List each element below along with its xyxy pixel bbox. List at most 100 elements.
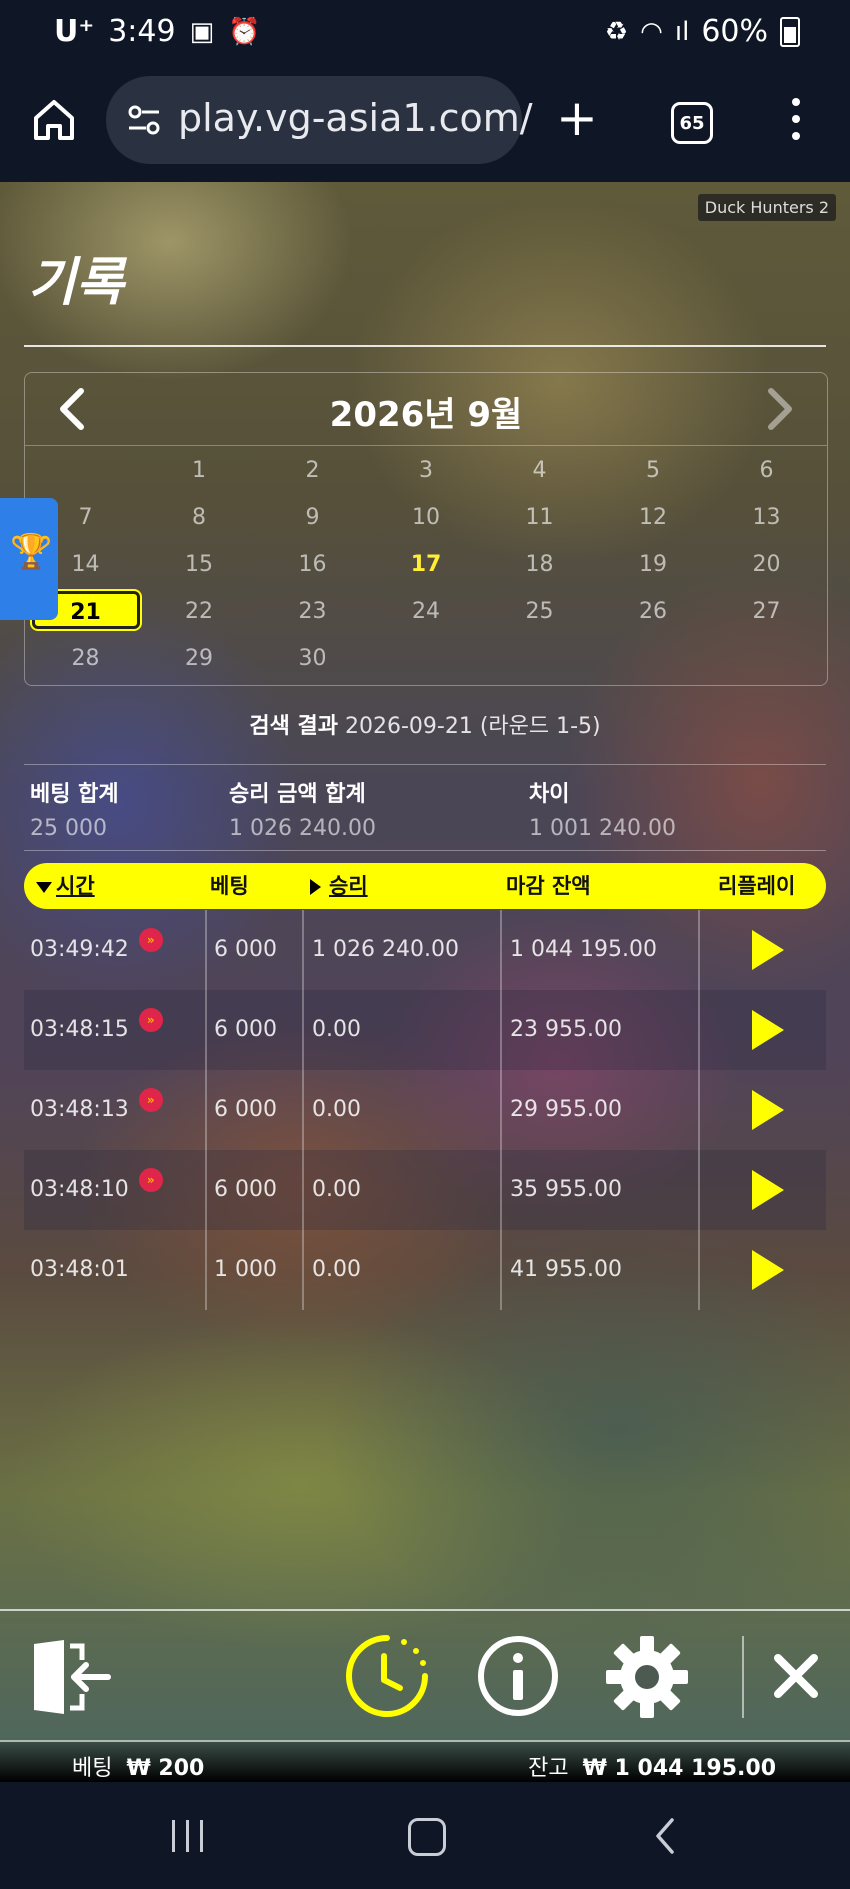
replay-play-icon[interactable] — [752, 930, 784, 970]
calendar-day[interactable]: 8 — [143, 494, 256, 541]
replay-header: 리플레이 — [718, 874, 796, 898]
table-row: 03:48:01 1 000 0.00 41 955.00 — [24, 1230, 826, 1310]
replay-play-icon[interactable] — [752, 1250, 784, 1290]
calendar-day[interactable]: 30 — [256, 635, 369, 682]
row-balance: 35 955.00 — [510, 1150, 622, 1230]
history-clock-icon[interactable] — [346, 1634, 428, 1718]
calendar-day[interactable]: 17 — [370, 541, 483, 588]
calendar-day-label: 19 — [639, 552, 667, 577]
sort-time-header[interactable]: 시간 — [36, 863, 95, 909]
calendar-day-label: 6 — [759, 458, 774, 483]
calendar-day[interactable]: 1 — [143, 447, 256, 494]
calendar-day[interactable]: 27 — [710, 588, 823, 635]
feature-badge-icon: » — [138, 1088, 163, 1112]
home-icon[interactable] — [30, 96, 78, 144]
row-balance-text: 1 044 195.00 — [510, 937, 657, 962]
calendar-day[interactable]: 28 — [29, 635, 142, 682]
calendar-day[interactable]: 2 — [256, 447, 369, 494]
calendar-day-label: 16 — [298, 552, 327, 577]
search-result-value: 2026-09-21 (라운드 1-5) — [344, 714, 601, 739]
row-win-text: 0.00 — [312, 1017, 361, 1042]
replay-play-icon[interactable] — [752, 1090, 784, 1130]
address-bar[interactable]: play.vg-asia1.com/ — [106, 76, 533, 164]
sort-win-header[interactable]: 승리 — [310, 863, 368, 909]
calendar-day-label: 27 — [752, 599, 781, 624]
new-tab-icon[interactable]: + — [556, 93, 598, 143]
row-balance: 1 044 195.00 — [510, 910, 657, 990]
close-icon[interactable] — [772, 1652, 820, 1700]
recent-apps-icon[interactable] — [172, 1820, 206, 1852]
column-divider — [500, 910, 502, 1310]
status-bar: U⁺ 3:49 ▣ ⏰ ♻ ◠ ıl 60% — [0, 0, 850, 68]
replay-play-icon[interactable] — [752, 1170, 784, 1210]
calendar-day[interactable]: 15 — [143, 541, 256, 588]
row-balance: 29 955.00 — [510, 1070, 622, 1150]
calendar-day[interactable]: 10 — [370, 494, 483, 541]
tab-switcher-button[interactable]: 65 — [671, 102, 713, 144]
win-header-label: 승리 — [329, 874, 368, 898]
row-time-text: 03:49:42 — [30, 937, 129, 962]
footer-balance-label: 잔고 — [528, 1756, 569, 1781]
calendar-day[interactable]: 24 — [370, 588, 483, 635]
row-bet: 6 000 — [214, 1150, 277, 1230]
table-row: 03:48:13 » 6 000 0.00 29 955.00 — [24, 1070, 826, 1150]
calendar-day[interactable]: 9 — [256, 494, 369, 541]
footer-balance-value: ₩ 1 044 195.00 — [582, 1756, 776, 1781]
row-balance: 41 955.00 — [510, 1230, 622, 1310]
calendar-day-label: 30 — [298, 646, 327, 671]
exit-icon[interactable] — [30, 1638, 112, 1716]
calendar-day[interactable]: 6 — [710, 447, 823, 494]
url-text[interactable]: play.vg-asia1.com/ — [178, 96, 533, 140]
row-time-text: 03:48:15 — [30, 1017, 129, 1042]
calendar-day[interactable]: 12 — [597, 494, 710, 541]
footer-bet-label: 베팅 — [72, 1756, 113, 1781]
column-divider — [205, 910, 207, 1310]
next-month-icon[interactable] — [759, 387, 799, 431]
footer-bet-value: ₩ 200 — [126, 1756, 205, 1781]
summary-bottom-divider — [24, 850, 826, 851]
row-win: 0.00 — [312, 990, 361, 1070]
calendar-header: 2026년 9월 — [25, 373, 827, 446]
calendar-day[interactable]: 23 — [256, 588, 369, 635]
row-balance-text: 35 955.00 — [510, 1177, 622, 1202]
row-win: 0.00 — [312, 1150, 361, 1230]
site-settings-icon[interactable] — [126, 102, 162, 138]
calendar-day-label: 17 — [410, 552, 442, 577]
more-menu-icon[interactable] — [786, 98, 806, 142]
row-time-text: 03:48:10 — [30, 1177, 129, 1202]
calendar-day-label: 1 — [192, 458, 206, 483]
row-bet: 6 000 — [214, 910, 277, 990]
calendar-day[interactable]: 5 — [597, 447, 710, 494]
calendar-day[interactable]: 4 — [483, 447, 596, 494]
calendar-day[interactable]: 18 — [483, 541, 596, 588]
calendar-day[interactable]: 25 — [483, 588, 596, 635]
bet-total-label: 베팅 합계 — [30, 782, 119, 807]
calendar-day[interactable]: 29 — [143, 635, 256, 682]
diff-label: 차이 — [529, 782, 570, 807]
calendar-day[interactable]: 19 — [597, 541, 710, 588]
row-win-text: 0.00 — [312, 1177, 361, 1202]
calendar-day[interactable]: 11 — [483, 494, 596, 541]
trophy-tab[interactable]: 🏆 — [0, 498, 58, 620]
diff-value: 1 001 240.00 — [529, 816, 676, 841]
row-bet: 6 000 — [214, 990, 277, 1070]
calendar-day[interactable]: 16 — [256, 541, 369, 588]
calendar-day[interactable]: 26 — [597, 588, 710, 635]
calendar-day-label: 24 — [412, 599, 440, 624]
browser-toolbar: play.vg-asia1.com/ + 65 — [0, 68, 850, 182]
calendar-day[interactable]: 13 — [710, 494, 823, 541]
nav-home-icon[interactable] — [408, 1818, 446, 1856]
row-balance-text: 41 955.00 — [510, 1257, 622, 1282]
info-icon[interactable] — [476, 1634, 560, 1718]
footer-balance: 잔고 ₩ 1 044 195.00 — [528, 1750, 776, 1782]
calendar-day[interactable]: 22 — [143, 588, 256, 635]
calendar-day-label: 13 — [752, 505, 781, 530]
back-icon[interactable] — [650, 1816, 680, 1856]
calendar-day[interactable]: 20 — [710, 541, 823, 588]
calendar-month-label: 2026년 9월 — [329, 395, 523, 435]
replay-play-icon[interactable] — [752, 1010, 784, 1050]
controls-top-divider — [0, 1609, 850, 1611]
settings-gear-icon[interactable] — [604, 1634, 690, 1720]
calendar-day-label: 22 — [185, 599, 213, 624]
calendar-day[interactable]: 3 — [370, 447, 483, 494]
